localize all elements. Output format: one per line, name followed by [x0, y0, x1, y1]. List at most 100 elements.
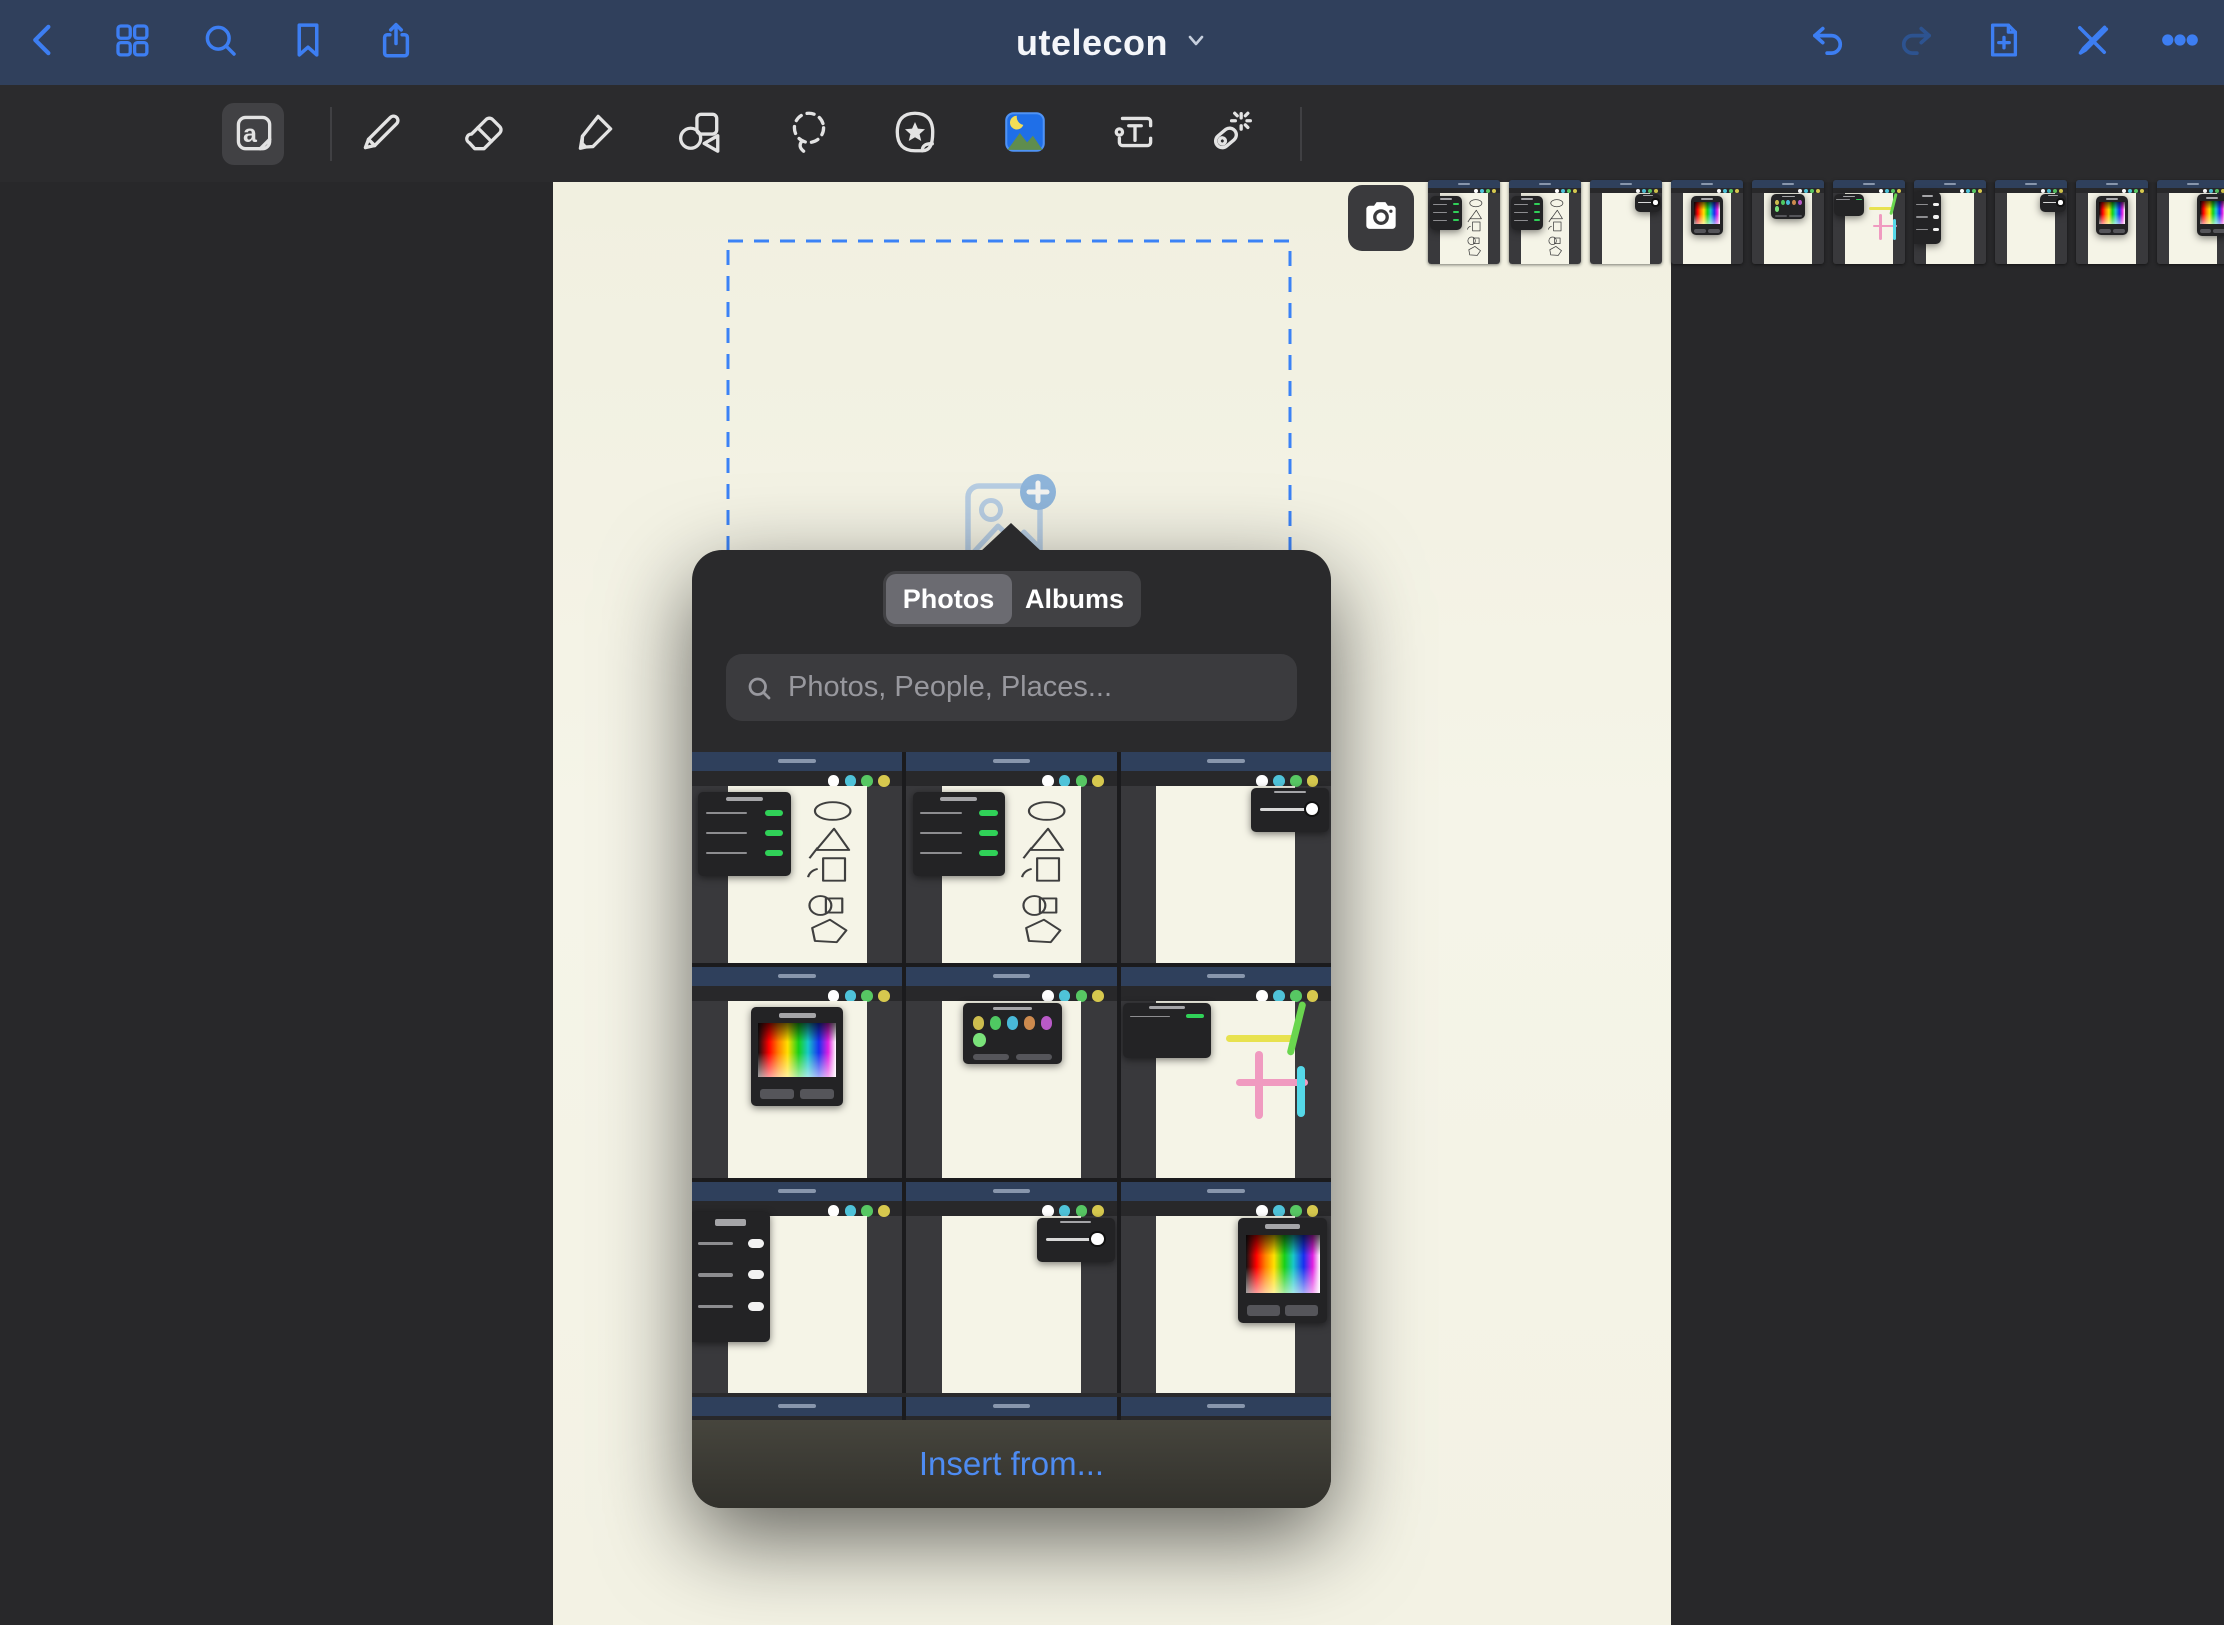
- photo-thumbnail[interactable]: [1121, 752, 1331, 963]
- mini-shapes: [1547, 198, 1566, 257]
- mini-eraser-menu: [692, 1212, 770, 1343]
- page-thumbnail-strip: [1428, 180, 2224, 264]
- tool-sticker[interactable]: [884, 103, 946, 165]
- mini-toolbar: [1121, 1201, 1331, 1216]
- mini-tool-menu: [1511, 196, 1543, 230]
- photo-thumbnail[interactable]: [692, 967, 902, 1178]
- search-input[interactable]: [786, 670, 1279, 705]
- mini-color-dot: [1492, 189, 1496, 193]
- page-title: utelecon: [1016, 22, 1168, 64]
- toolbar-divider: [330, 107, 332, 161]
- mini-navbar: [1121, 1182, 1331, 1201]
- page-thumbnail[interactable]: [1752, 180, 1824, 264]
- mini-color-dot: [1092, 775, 1104, 787]
- tool-highlighter[interactable]: [564, 103, 626, 165]
- mini-toolbar: [906, 1201, 1116, 1216]
- page-thumbnail[interactable]: [1833, 180, 1905, 264]
- mini-menu-title: [1149, 1006, 1184, 1009]
- page-thumbnail[interactable]: [2076, 180, 2148, 264]
- mini-navbar: [906, 1182, 1116, 1201]
- mini-screenshot-shapes-menu: [692, 752, 902, 963]
- mini-screenshot-rainbow-right: [2157, 180, 2224, 264]
- photo-thumbnail[interactable]: [906, 967, 1116, 1178]
- photo-thumbnail[interactable]: [906, 752, 1116, 963]
- page-thumbnail[interactable]: [1509, 180, 1581, 264]
- tool-text[interactable]: [1104, 103, 1166, 165]
- photo-thumbnail[interactable]: [1121, 967, 1331, 1178]
- insert-from-button[interactable]: Insert from...: [692, 1420, 1331, 1508]
- mini-navbar: [1121, 1397, 1331, 1416]
- tab-photos[interactable]: Photos: [886, 574, 1012, 624]
- mini-color-dot: [1307, 990, 1319, 1002]
- document-title-button[interactable]: utelecon: [0, 0, 2224, 85]
- mini-screenshot-dots: [906, 967, 1116, 1178]
- mini-color-dot: [1654, 189, 1658, 193]
- tab-albums[interactable]: Albums: [1012, 574, 1138, 624]
- insert-from-label: Insert from...: [919, 1445, 1104, 1483]
- mini-navbar: [1914, 180, 1986, 188]
- mini-screenshot-rainbow-right: [1121, 1182, 1331, 1393]
- mini-screenshot-thickness: [1590, 180, 1662, 264]
- mini-screenshot-rainbow: [692, 967, 902, 1178]
- mini-toolbar: [1121, 771, 1331, 786]
- navbar: utelecon: [0, 0, 2224, 85]
- page-thumbnail[interactable]: [1590, 180, 1662, 264]
- tool-read-mode[interactable]: a: [222, 103, 284, 165]
- mini-screenshot-dots: [1752, 180, 1824, 264]
- mini-tool-menu: [1430, 196, 1462, 230]
- photo-thumbnail[interactable]: [692, 752, 902, 963]
- mini-thickness-popup: [2040, 194, 2067, 212]
- photo-thumbnail[interactable]: [906, 1182, 1116, 1393]
- photo-thumbnail[interactable]: [692, 1182, 902, 1393]
- photo-grid-partial-row: [692, 1397, 1331, 1420]
- mini-menu-title: [1922, 195, 1933, 198]
- mini-screenshot-shapes-menu: [906, 752, 1116, 963]
- mini-navbar: [1590, 180, 1662, 188]
- page-thumbnail[interactable]: [1428, 180, 1500, 264]
- tool-lasso[interactable]: [778, 103, 840, 165]
- mini-toolbar: [1121, 986, 1331, 1001]
- mini-color-dot: [1897, 189, 1901, 193]
- tool-image[interactable]: [994, 103, 1056, 165]
- mini-highlighter-menu: [1834, 194, 1864, 216]
- mini-navbar: [1121, 752, 1331, 771]
- mini-navbar: [1671, 180, 1743, 188]
- page-thumbnail[interactable]: [1914, 180, 1986, 264]
- page-thumbnail[interactable]: [1671, 180, 1743, 264]
- mini-menu-title: [940, 797, 977, 801]
- mini-toolbar: [692, 986, 902, 1001]
- mini-screenshot-rainbow: [2076, 180, 2148, 264]
- mini-color-dot: [1092, 990, 1104, 1002]
- mini-color-dots-popup: [1771, 194, 1805, 218]
- photo-thumbnail-partial[interactable]: [692, 1397, 902, 1420]
- mini-screenshot-strokes: [1121, 967, 1331, 1178]
- mini-color-dot: [1816, 189, 1820, 193]
- page-thumbnail[interactable]: [1995, 180, 2067, 264]
- page-thumbnail[interactable]: [2157, 180, 2224, 264]
- mini-screenshot-plain: [1121, 1397, 1331, 1420]
- photo-search-field[interactable]: [726, 654, 1297, 721]
- chevron-down-icon: [1184, 28, 1208, 57]
- tool-pen[interactable]: [350, 103, 412, 165]
- mini-color-dot: [1573, 189, 1577, 193]
- mini-navbar: [692, 967, 902, 986]
- mini-screenshot-thickness: [1121, 752, 1331, 963]
- tool-laser-pointer[interactable]: [1196, 103, 1258, 165]
- mini-navbar: [1752, 180, 1824, 188]
- laser-pointer-icon: [1202, 107, 1252, 162]
- photo-thumbnail-partial[interactable]: [906, 1397, 1116, 1420]
- image-tool-icon: [1000, 107, 1050, 162]
- mini-screenshot-shapes-menu: [1509, 180, 1581, 264]
- mini-color-dot: [878, 1205, 890, 1217]
- tool-shapes[interactable]: [668, 103, 730, 165]
- sticker-icon: [890, 107, 940, 162]
- mini-color-dot: [1307, 1205, 1319, 1217]
- camera-button[interactable]: [1348, 185, 1414, 251]
- highlighter-icon: [570, 107, 620, 162]
- mini-navbar: [2076, 180, 2148, 188]
- photo-picker-popup: Photos Albums Insert from...: [692, 550, 1331, 1508]
- tool-eraser[interactable]: [452, 103, 514, 165]
- photo-thumbnail-partial[interactable]: [1121, 1397, 1331, 1420]
- camera-icon: [1359, 194, 1403, 243]
- photo-thumbnail[interactable]: [1121, 1182, 1331, 1393]
